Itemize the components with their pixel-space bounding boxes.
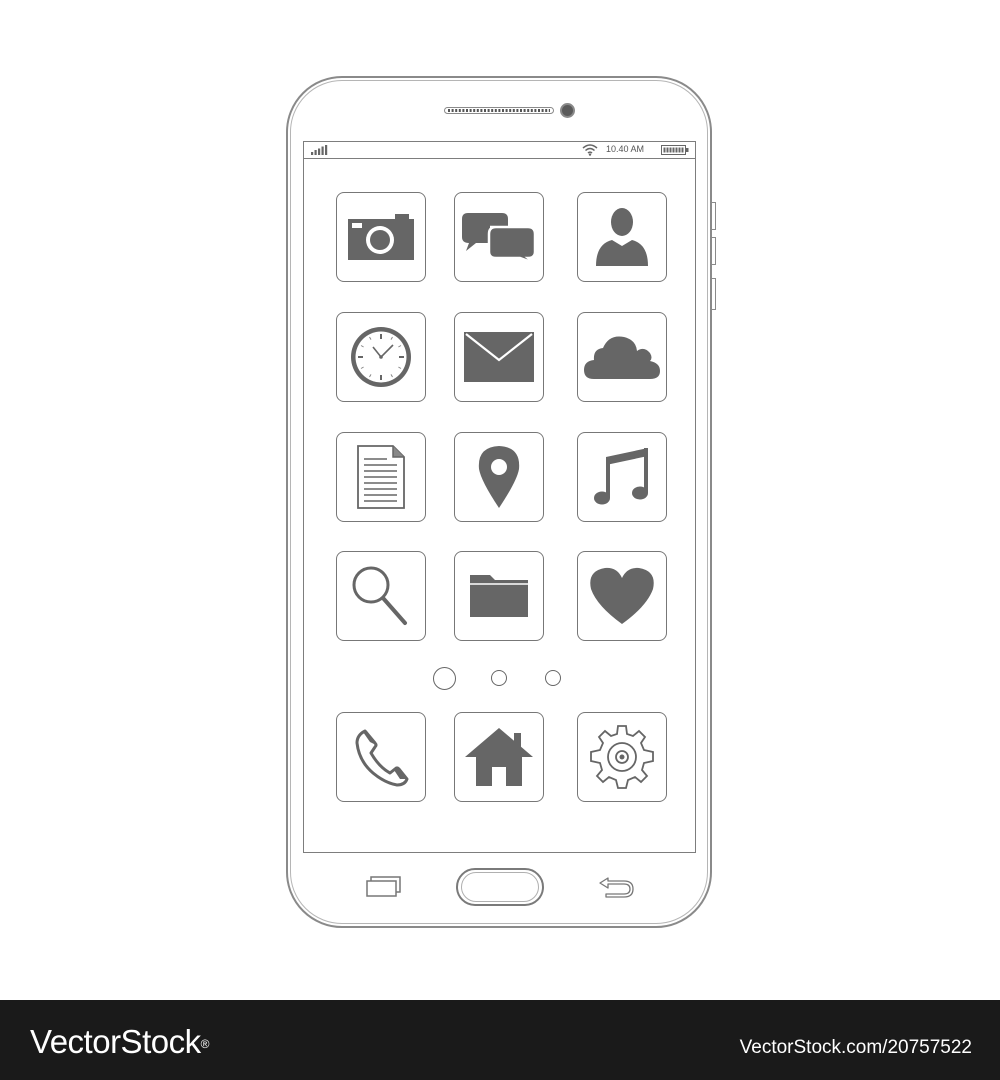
magnifier-icon [352,566,407,625]
dock-settings[interactable] [577,712,667,802]
app-music[interactable] [577,432,667,522]
app-contacts[interactable] [577,192,667,282]
wifi-icon [582,144,598,156]
battery-icon [661,145,689,155]
app-maps[interactable] [454,432,544,522]
person-icon [596,208,648,266]
status-time: 10.40 AM [606,144,645,154]
watermark-image-ref: VectorStock.com/20757522 [739,1037,972,1058]
earpiece-speaker [444,107,554,114]
cloud-icon [584,336,660,379]
dock-phone[interactable] [336,712,426,802]
house-icon [465,728,533,786]
app-search[interactable] [336,551,426,641]
volume-down-button[interactable] [712,278,716,310]
signal-bars-icon [311,145,328,155]
power-button[interactable] [712,202,716,230]
volume-up-button[interactable] [712,237,716,265]
recent-apps-icon[interactable] [366,876,402,898]
canvas: 10.40 AM [0,0,1000,1000]
clock-icon [351,327,411,387]
app-files[interactable] [454,551,544,641]
folder-icon [470,575,528,617]
registered-mark: ® [200,1037,210,1051]
home-button-rim [461,872,539,902]
page-dot-1[interactable] [433,667,456,690]
camera-icon [348,214,414,260]
document-icon [357,445,405,509]
back-arrow-icon[interactable] [598,874,636,900]
chat-bubbles-icon [462,213,536,263]
watermark-brand: VectorStock® [30,1022,209,1062]
app-messages[interactable] [454,192,544,282]
page-dot-3[interactable] [545,670,561,686]
brand-name: VectorStock [30,1023,201,1060]
app-cloud[interactable] [577,312,667,402]
gear-icon [590,725,654,789]
app-camera[interactable] [336,192,426,282]
map-pin-icon [478,446,520,508]
front-camera [560,103,575,118]
app-documents[interactable] [336,432,426,522]
heart-icon [590,567,654,624]
music-note-icon [594,448,648,505]
app-mail[interactable] [454,312,544,402]
dock-home[interactable] [454,712,544,802]
app-clock[interactable] [336,312,426,402]
app-favorites[interactable] [577,551,667,641]
page-dot-2[interactable] [491,670,507,686]
envelope-icon [464,332,534,382]
phone-handset-icon [355,729,409,787]
